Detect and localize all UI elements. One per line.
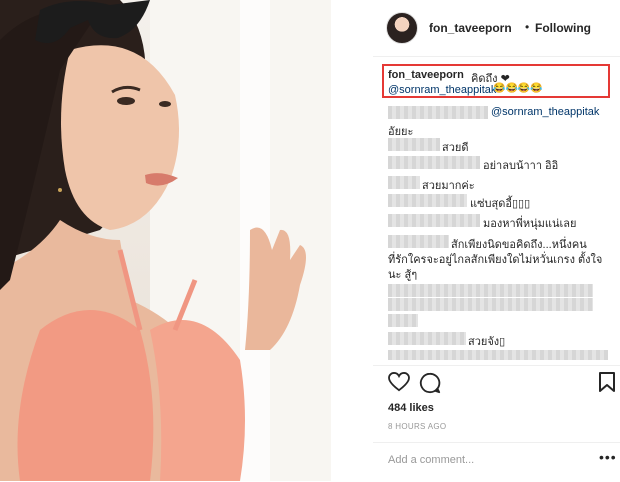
comment-text: มองหาพี่หนุ่มแน่เลย — [483, 218, 577, 230]
comment-text: อย่าลบน้าาา อิอิ — [483, 160, 559, 172]
blurred-username — [388, 194, 467, 207]
blurred-username — [388, 156, 480, 169]
comment-text: สวยจัง▯ — [468, 336, 506, 348]
post-details-panel: fon_taveeporn • Following fon_taveeporn … — [373, 0, 620, 481]
post-header: fon_taveeporn • Following — [373, 0, 620, 57]
comment-text: สวยมากค่ะ — [422, 180, 475, 192]
comment-mention-link[interactable]: @sornram_theappitak — [491, 106, 599, 118]
blurred-comment — [388, 298, 593, 311]
header-separator-dot: • — [525, 20, 530, 34]
blurred-comment — [388, 350, 608, 360]
blurred-username — [388, 214, 480, 227]
blurred-username — [388, 106, 488, 119]
blurred-comment — [388, 314, 418, 327]
likes-count[interactable]: 484 likes — [388, 402, 434, 414]
avatar[interactable] — [386, 12, 418, 44]
caption-emoji: 😂😂😂😂 — [493, 83, 543, 94]
blurred-username — [388, 235, 449, 248]
more-options-icon[interactable]: ••• — [599, 449, 617, 465]
blurred-username — [388, 176, 420, 189]
caption-username-link[interactable]: fon_taveeporn — [388, 69, 464, 81]
header-username-link[interactable]: fon_taveeporn — [429, 21, 512, 35]
bookmark-icon[interactable] — [599, 372, 615, 392]
heart-icon[interactable] — [388, 372, 410, 392]
comment-text: ที่รักใครจะอยู่ไกลสักเพียงใดไม่หวั่นเกรง… — [388, 254, 603, 266]
comment-text: นะ สู้ๆ — [388, 269, 418, 281]
blurred-username — [388, 332, 466, 345]
add-comment-input[interactable]: Add a comment... — [388, 454, 474, 466]
following-button[interactable]: Following — [535, 21, 591, 35]
woman-portrait-image — [0, 0, 331, 481]
comment-text: แซ่บสุดอี้▯▯▯ — [470, 198, 531, 210]
action-bar — [373, 365, 620, 396]
comment-text: สวยดี — [442, 142, 469, 154]
caption-mention-link[interactable]: @sornram_theappitak — [388, 84, 496, 96]
post-photo — [0, 0, 331, 481]
comment-bubble-icon[interactable] — [419, 372, 441, 394]
blurred-comment — [388, 284, 593, 297]
blurred-username — [388, 138, 440, 151]
post-timestamp: 8 HOURS AGO — [388, 422, 447, 431]
